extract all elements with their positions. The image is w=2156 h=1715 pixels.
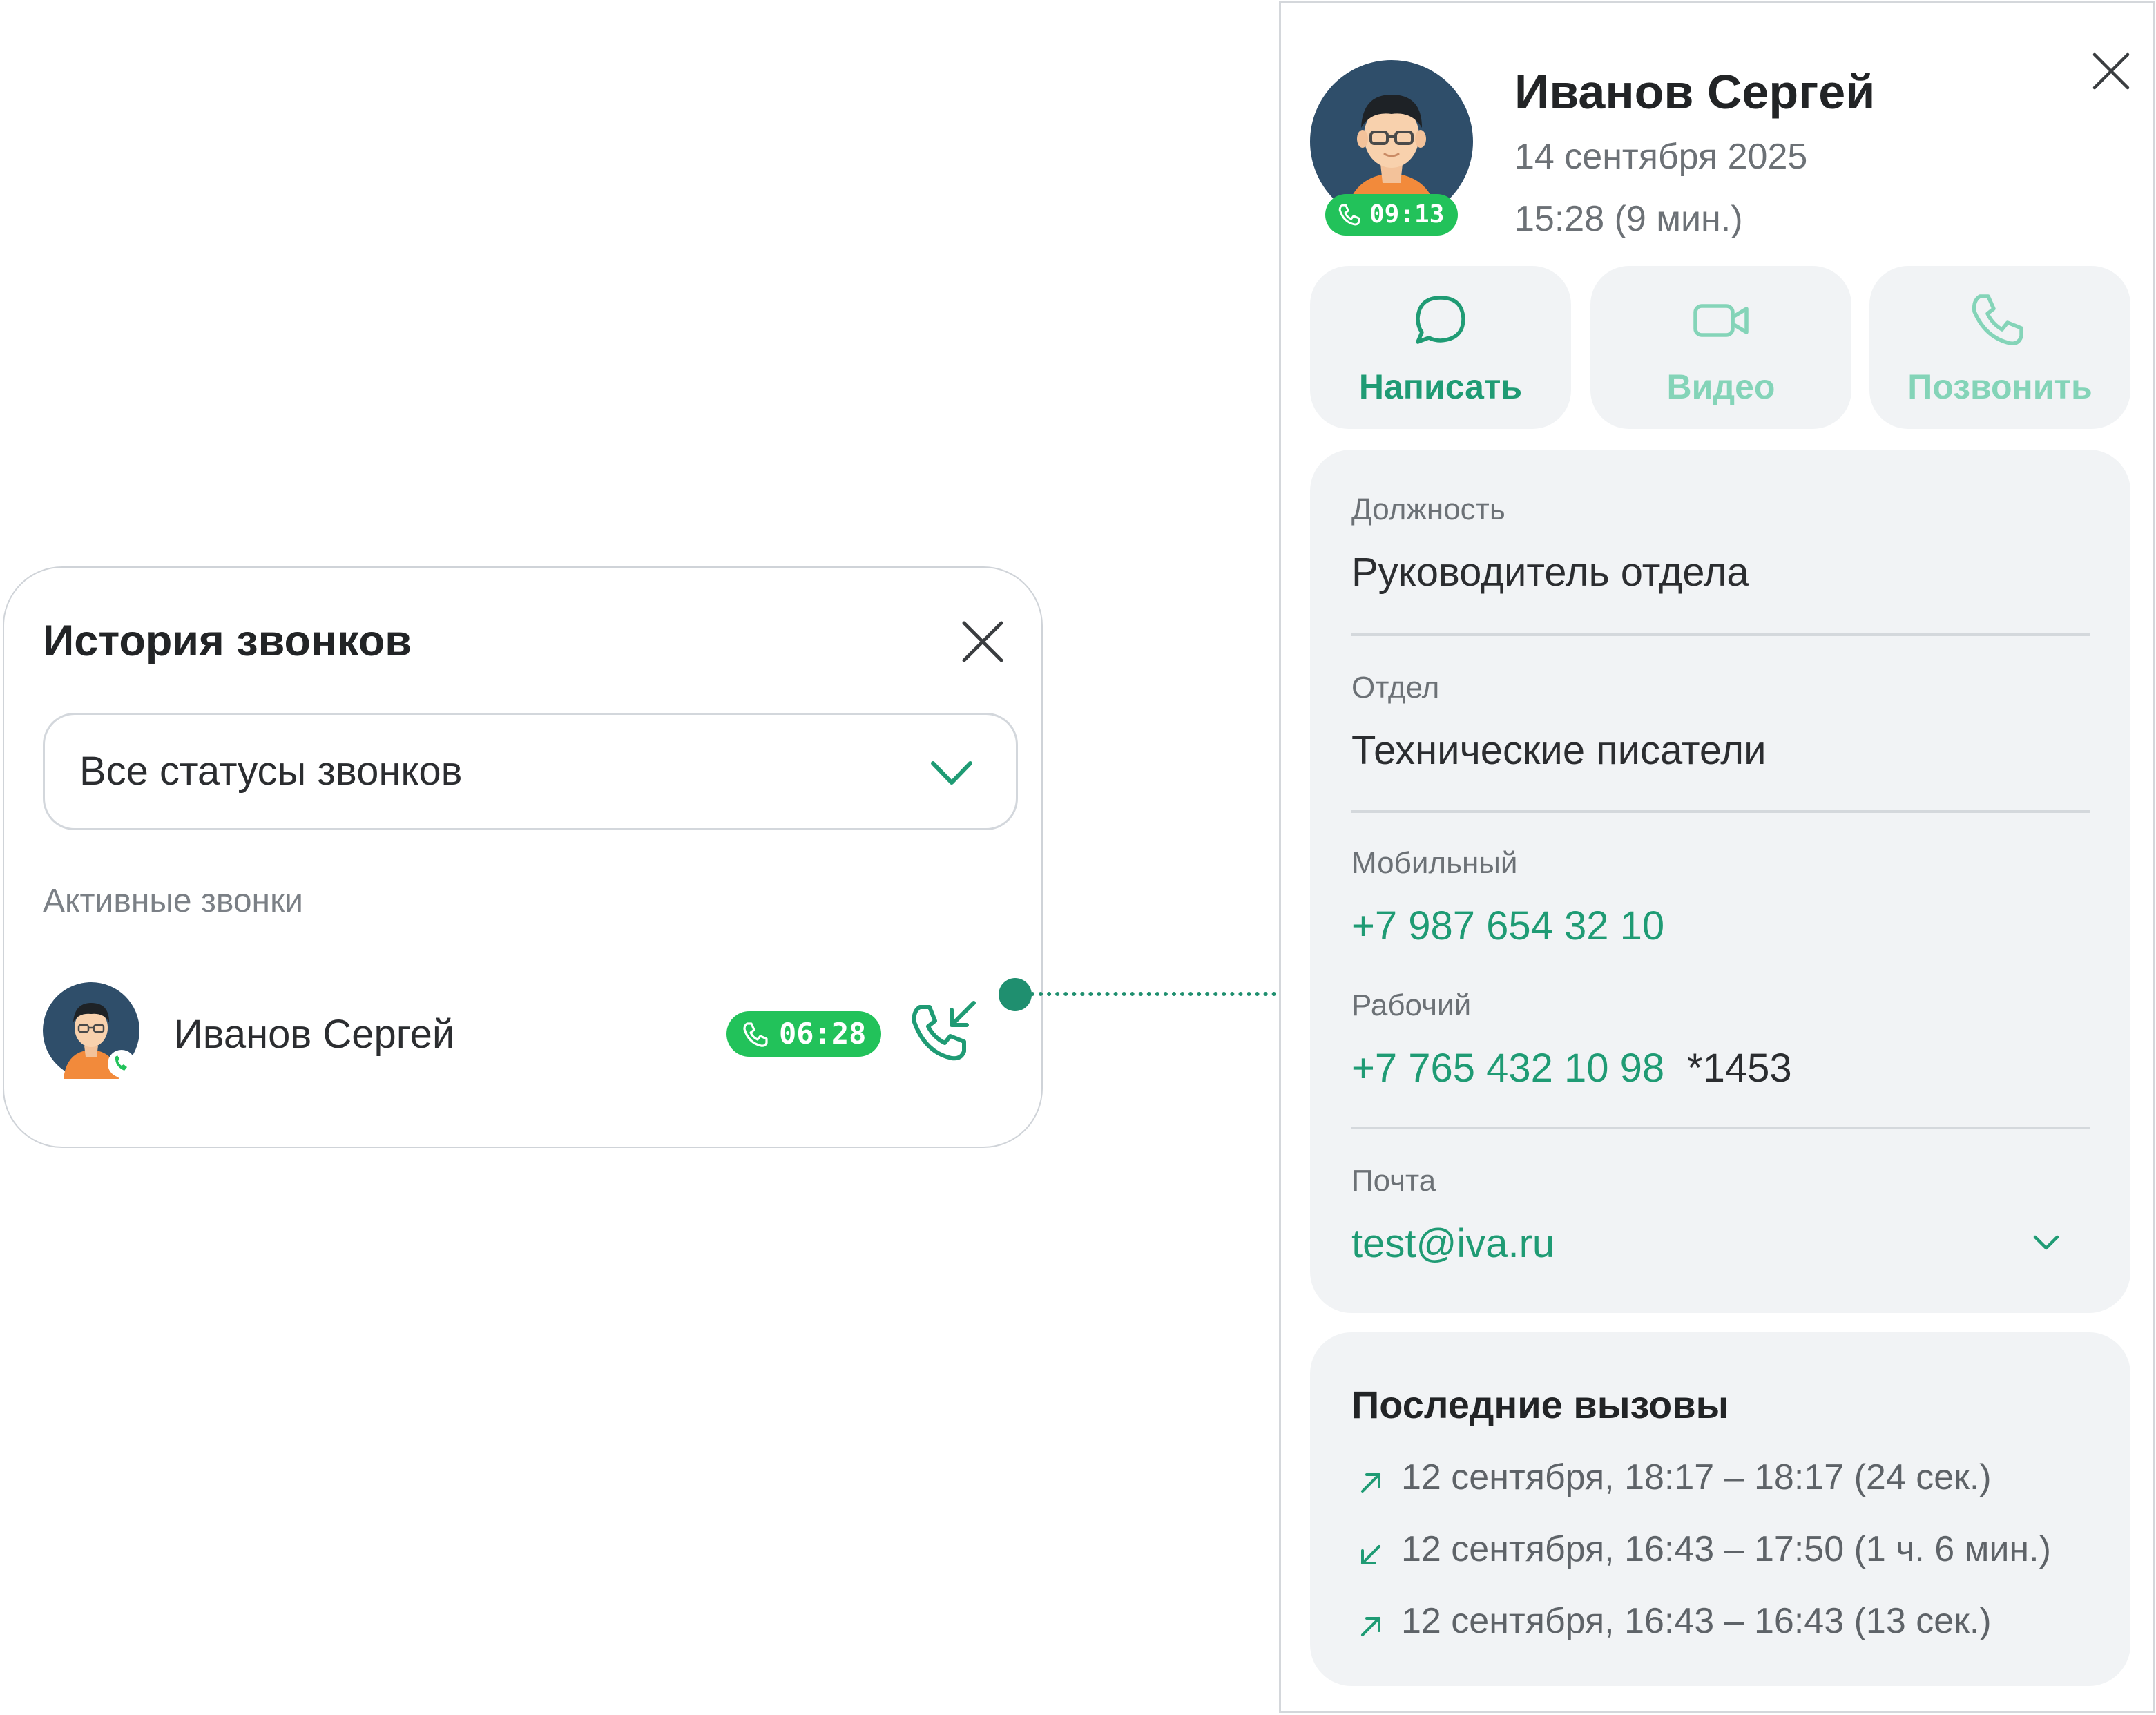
close-icon[interactable] xyxy=(2089,49,2133,93)
department-label: Отдел xyxy=(1351,671,1440,705)
avatar-call-timer-badge: 09:13 xyxy=(1325,194,1458,236)
mobile-phone-link[interactable]: +7 987 654 32 10 xyxy=(1351,903,1664,949)
call-time: 15:28 (9 мин.) xyxy=(1514,199,1743,239)
work-phone-label: Рабочий xyxy=(1351,988,1472,1022)
incoming-arrow-icon xyxy=(1357,1541,1385,1569)
chevron-down-icon[interactable] xyxy=(2031,1232,2061,1255)
video-camera-icon xyxy=(1690,289,1752,352)
position-value: Руководитель отдела xyxy=(1351,550,1749,595)
recent-call-item[interactable]: 12 сентября, 16:43 – 16:43 (13 сек.) xyxy=(1351,1600,2111,1649)
divider xyxy=(1351,1127,2090,1129)
divider xyxy=(1351,633,2090,636)
work-phone-link[interactable]: +7 765 432 10 98 xyxy=(1351,1045,1664,1091)
write-button[interactable]: Написать xyxy=(1310,266,1571,429)
panel-title: История звонков xyxy=(43,617,412,665)
email-link[interactable]: test@iva.ru xyxy=(1351,1220,1555,1267)
recent-calls-title: Последние вызовы xyxy=(1351,1383,1729,1426)
recent-calls-panel: Последние вызовы 12 сентября, 18:17 – 18… xyxy=(1310,1332,2130,1686)
connector-line xyxy=(1030,992,1284,996)
incoming-call-icon[interactable] xyxy=(907,996,982,1071)
recent-call-text: 12 сентября, 18:17 – 18:17 (24 сек.) xyxy=(1401,1457,1992,1497)
department-value: Технические писатели xyxy=(1351,728,1767,773)
divider xyxy=(1351,810,2090,813)
call-timer-badge: 06:28 xyxy=(726,1011,881,1057)
recent-call-item[interactable]: 12 сентября, 18:17 – 18:17 (24 сек.) xyxy=(1351,1457,2111,1505)
contact-info-panel: Должность Руководитель отдела Отдел Техн… xyxy=(1310,450,2130,1313)
phone-icon xyxy=(740,1019,771,1050)
call-button-label: Позвонить xyxy=(1907,367,2092,406)
connector-dot xyxy=(999,978,1032,1011)
chevron-down-icon xyxy=(929,755,974,789)
work-phone-extension: *1453 xyxy=(1687,1046,1792,1091)
close-icon[interactable] xyxy=(959,617,1007,666)
mobile-label: Мобильный xyxy=(1351,846,1518,880)
contact-name: Иванов Сергей xyxy=(1514,65,1876,119)
recent-call-text: 12 сентября, 16:43 – 16:43 (13 сек.) xyxy=(1401,1601,1992,1641)
call-history-panel: История звонков Все статусы звонков Акти… xyxy=(3,566,1043,1148)
phone-icon xyxy=(1969,289,2031,352)
filter-value: Все статусы звонков xyxy=(79,749,463,794)
chat-bubble-icon xyxy=(1409,289,1472,352)
video-button[interactable]: Видео xyxy=(1590,266,1851,429)
avatar-call-timer: 09:13 xyxy=(1369,200,1445,229)
avatar xyxy=(43,982,139,1079)
video-button-label: Видео xyxy=(1666,367,1775,406)
phone-icon xyxy=(1336,202,1363,228)
section-label-active-calls: Активные звонки xyxy=(43,883,303,919)
active-call-row[interactable]: Иванов Сергей 06:28 xyxy=(43,982,1018,1106)
outgoing-arrow-icon xyxy=(1357,1613,1385,1640)
recent-call-text: 12 сентября, 16:43 – 17:50 (1 ч. 6 мин.) xyxy=(1401,1529,2051,1569)
recent-call-item[interactable]: 12 сентября, 16:43 – 17:50 (1 ч. 6 мин.) xyxy=(1351,1529,2111,1577)
call-timer: 06:28 xyxy=(779,1017,867,1051)
call-date: 14 сентября 2025 xyxy=(1514,137,1808,177)
contact-card: 09:13 Иванов Сергей 14 сентября 2025 15:… xyxy=(1279,1,2155,1713)
call-button[interactable]: Позвонить xyxy=(1869,266,2130,429)
call-status-filter[interactable]: Все статусы звонков xyxy=(43,713,1018,830)
write-button-label: Написать xyxy=(1358,367,1523,406)
position-label: Должность xyxy=(1351,492,1505,526)
caller-name: Иванов Сергей xyxy=(174,1012,455,1057)
email-label: Почта xyxy=(1351,1164,1436,1198)
outgoing-arrow-icon xyxy=(1357,1469,1385,1497)
